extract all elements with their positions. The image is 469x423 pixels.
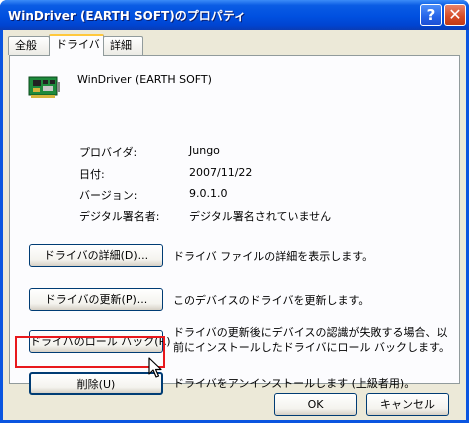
tab-general[interactable]: 全般 <box>8 36 50 55</box>
update-driver-button[interactable]: ドライバの更新(P)... <box>29 288 163 311</box>
provider-value: Jungo <box>189 144 220 157</box>
driver-tab-panel: WinDriver (EARTH SOFT) プロバイダ: Jungo 日付: … <box>9 55 460 395</box>
rollback-description-line1: ドライバの更新後にデバイスの認識が失敗する場合、以 <box>173 326 448 339</box>
highlight-frame <box>15 336 165 368</box>
help-button[interactable]: ? <box>420 4 442 26</box>
driver-details-button[interactable]: ドライバの詳細(D)... <box>29 244 163 267</box>
update-driver-description: このデバイスのドライバを更新します。 <box>173 294 370 307</box>
uninstall-button[interactable]: 削除(U) <box>29 372 163 395</box>
ok-button[interactable]: OK <box>274 393 357 416</box>
uninstall-description: ドライバをアンインストールします (上級者用)。 <box>173 377 416 390</box>
device-name: WinDriver (EARTH SOFT) <box>77 73 212 86</box>
mouse-cursor-icon <box>148 357 162 378</box>
tab-details[interactable]: 詳細 <box>103 36 143 55</box>
title-bar[interactable]: WinDriver (EARTH SOFT)のプロパティ ? ✕ <box>0 0 469 30</box>
version-label: バージョン: <box>79 189 138 202</box>
provider-label: プロバイダ: <box>79 146 138 159</box>
window-title: WinDriver (EARTH SOFT)のプロパティ <box>8 9 247 23</box>
properties-dialog: WinDriver (EARTH SOFT)のプロパティ ? ✕ 全般 ドライバ… <box>0 0 469 423</box>
date-label: 日付: <box>79 168 105 181</box>
driver-details-description: ドライバ ファイルの詳細を表示します。 <box>173 250 374 263</box>
date-value: 2007/11/22 <box>189 166 253 179</box>
dialog-body: 全般 ドライバ 詳細 WinDriver (EARTH SOFT) プロバイダ:… <box>3 30 466 420</box>
version-value: 9.0.1.0 <box>189 187 228 200</box>
signer-value: デジタル署名されていません <box>189 210 332 223</box>
cancel-button[interactable]: キャンセル <box>366 393 449 416</box>
tab-driver[interactable]: ドライバ <box>49 34 104 56</box>
circuit-board-icon <box>28 76 60 98</box>
close-button[interactable]: ✕ <box>444 4 466 26</box>
rollback-description-line2: 前にインストールしたドライバにロール バックします。 <box>173 341 450 354</box>
signer-label: デジタル署名者: <box>79 210 160 223</box>
